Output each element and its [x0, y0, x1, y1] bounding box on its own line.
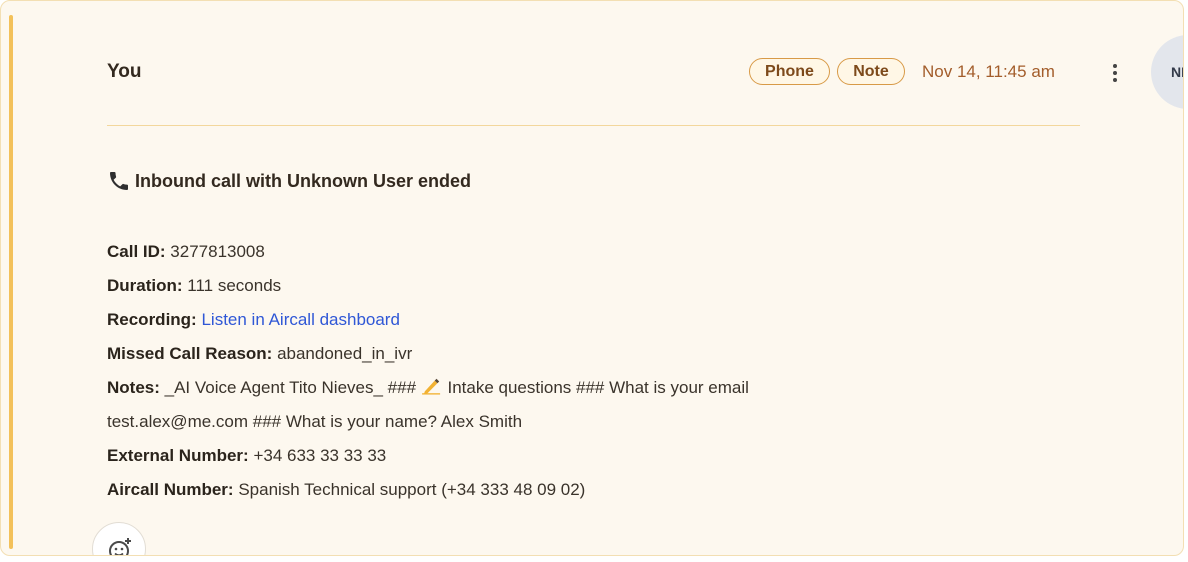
- more-vertical-icon[interactable]: [1105, 59, 1125, 87]
- field-label: Notes:: [107, 378, 160, 397]
- missed-reason-value: abandoned_in_ivr: [277, 344, 413, 363]
- avatar-initials: NM: [1171, 64, 1183, 80]
- notes-row: Notes: _AI Voice Agent Tito Nieves_ ### …: [107, 371, 1007, 405]
- call-id-row: Call ID: 3277813008: [107, 235, 1007, 269]
- field-label: Aircall Number:: [107, 480, 234, 499]
- field-label: Call ID:: [107, 242, 166, 261]
- call-summary-headline: Inbound call with Unknown User ended: [107, 169, 471, 193]
- duration-value: 111 seconds: [187, 276, 282, 295]
- duration-row: Duration: 111 seconds: [107, 269, 1007, 303]
- menu-dot: [1113, 78, 1117, 82]
- aircall-number-row: Aircall Number: Spanish Technical suppor…: [107, 473, 1007, 507]
- add-reaction-button[interactable]: [92, 522, 146, 555]
- recording-link[interactable]: Listen in Aircall dashboard: [201, 310, 399, 329]
- field-label: External Number:: [107, 446, 249, 465]
- tag-phone[interactable]: Phone: [749, 58, 830, 85]
- call-id-value: 3277813008: [170, 242, 265, 261]
- accent-bar: [9, 15, 13, 549]
- notes-value-part1: _AI Voice Agent Tito Nieves_ ###: [164, 378, 421, 397]
- header-divider: [107, 125, 1080, 126]
- field-label: Recording:: [107, 310, 197, 329]
- tag-note[interactable]: Note: [837, 58, 905, 85]
- missed-reason-row: Missed Call Reason: abandoned_in_ivr: [107, 337, 1007, 371]
- menu-dot: [1113, 64, 1117, 68]
- add-reaction-icon: [109, 538, 131, 555]
- menu-dot: [1113, 71, 1117, 75]
- headline-text: Inbound call with Unknown User ended: [135, 170, 472, 191]
- writing-hand-icon: [421, 378, 440, 395]
- external-number-row: External Number: +34 633 33 33 33: [107, 439, 1007, 473]
- notes-value-part2: Intake questions ### What is your email: [442, 378, 749, 397]
- notes-row-continued: test.alex@me.com ### What is your name? …: [107, 405, 1007, 439]
- phone-receiver-icon: [110, 172, 128, 190]
- field-label: Duration:: [107, 276, 183, 295]
- timestamp: Nov 14, 11:45 am: [922, 62, 1055, 81]
- field-label: Missed Call Reason:: [107, 344, 273, 363]
- external-number-value: +34 633 33 33 33: [253, 446, 387, 465]
- author-name: You: [107, 61, 142, 82]
- call-details: Call ID: 3277813008 Duration: 111 second…: [107, 235, 1007, 507]
- avatar[interactable]: NM: [1151, 35, 1183, 109]
- activity-note-card: You Phone Note Nov 14, 11:45 am NM Inbou…: [0, 0, 1184, 556]
- aircall-number-value: Spanish Technical support (+34 333 48 09…: [238, 480, 586, 499]
- recording-row: Recording: Listen in Aircall dashboard: [107, 303, 1007, 337]
- notes-value-line2: test.alex@me.com ### What is your name? …: [107, 412, 523, 431]
